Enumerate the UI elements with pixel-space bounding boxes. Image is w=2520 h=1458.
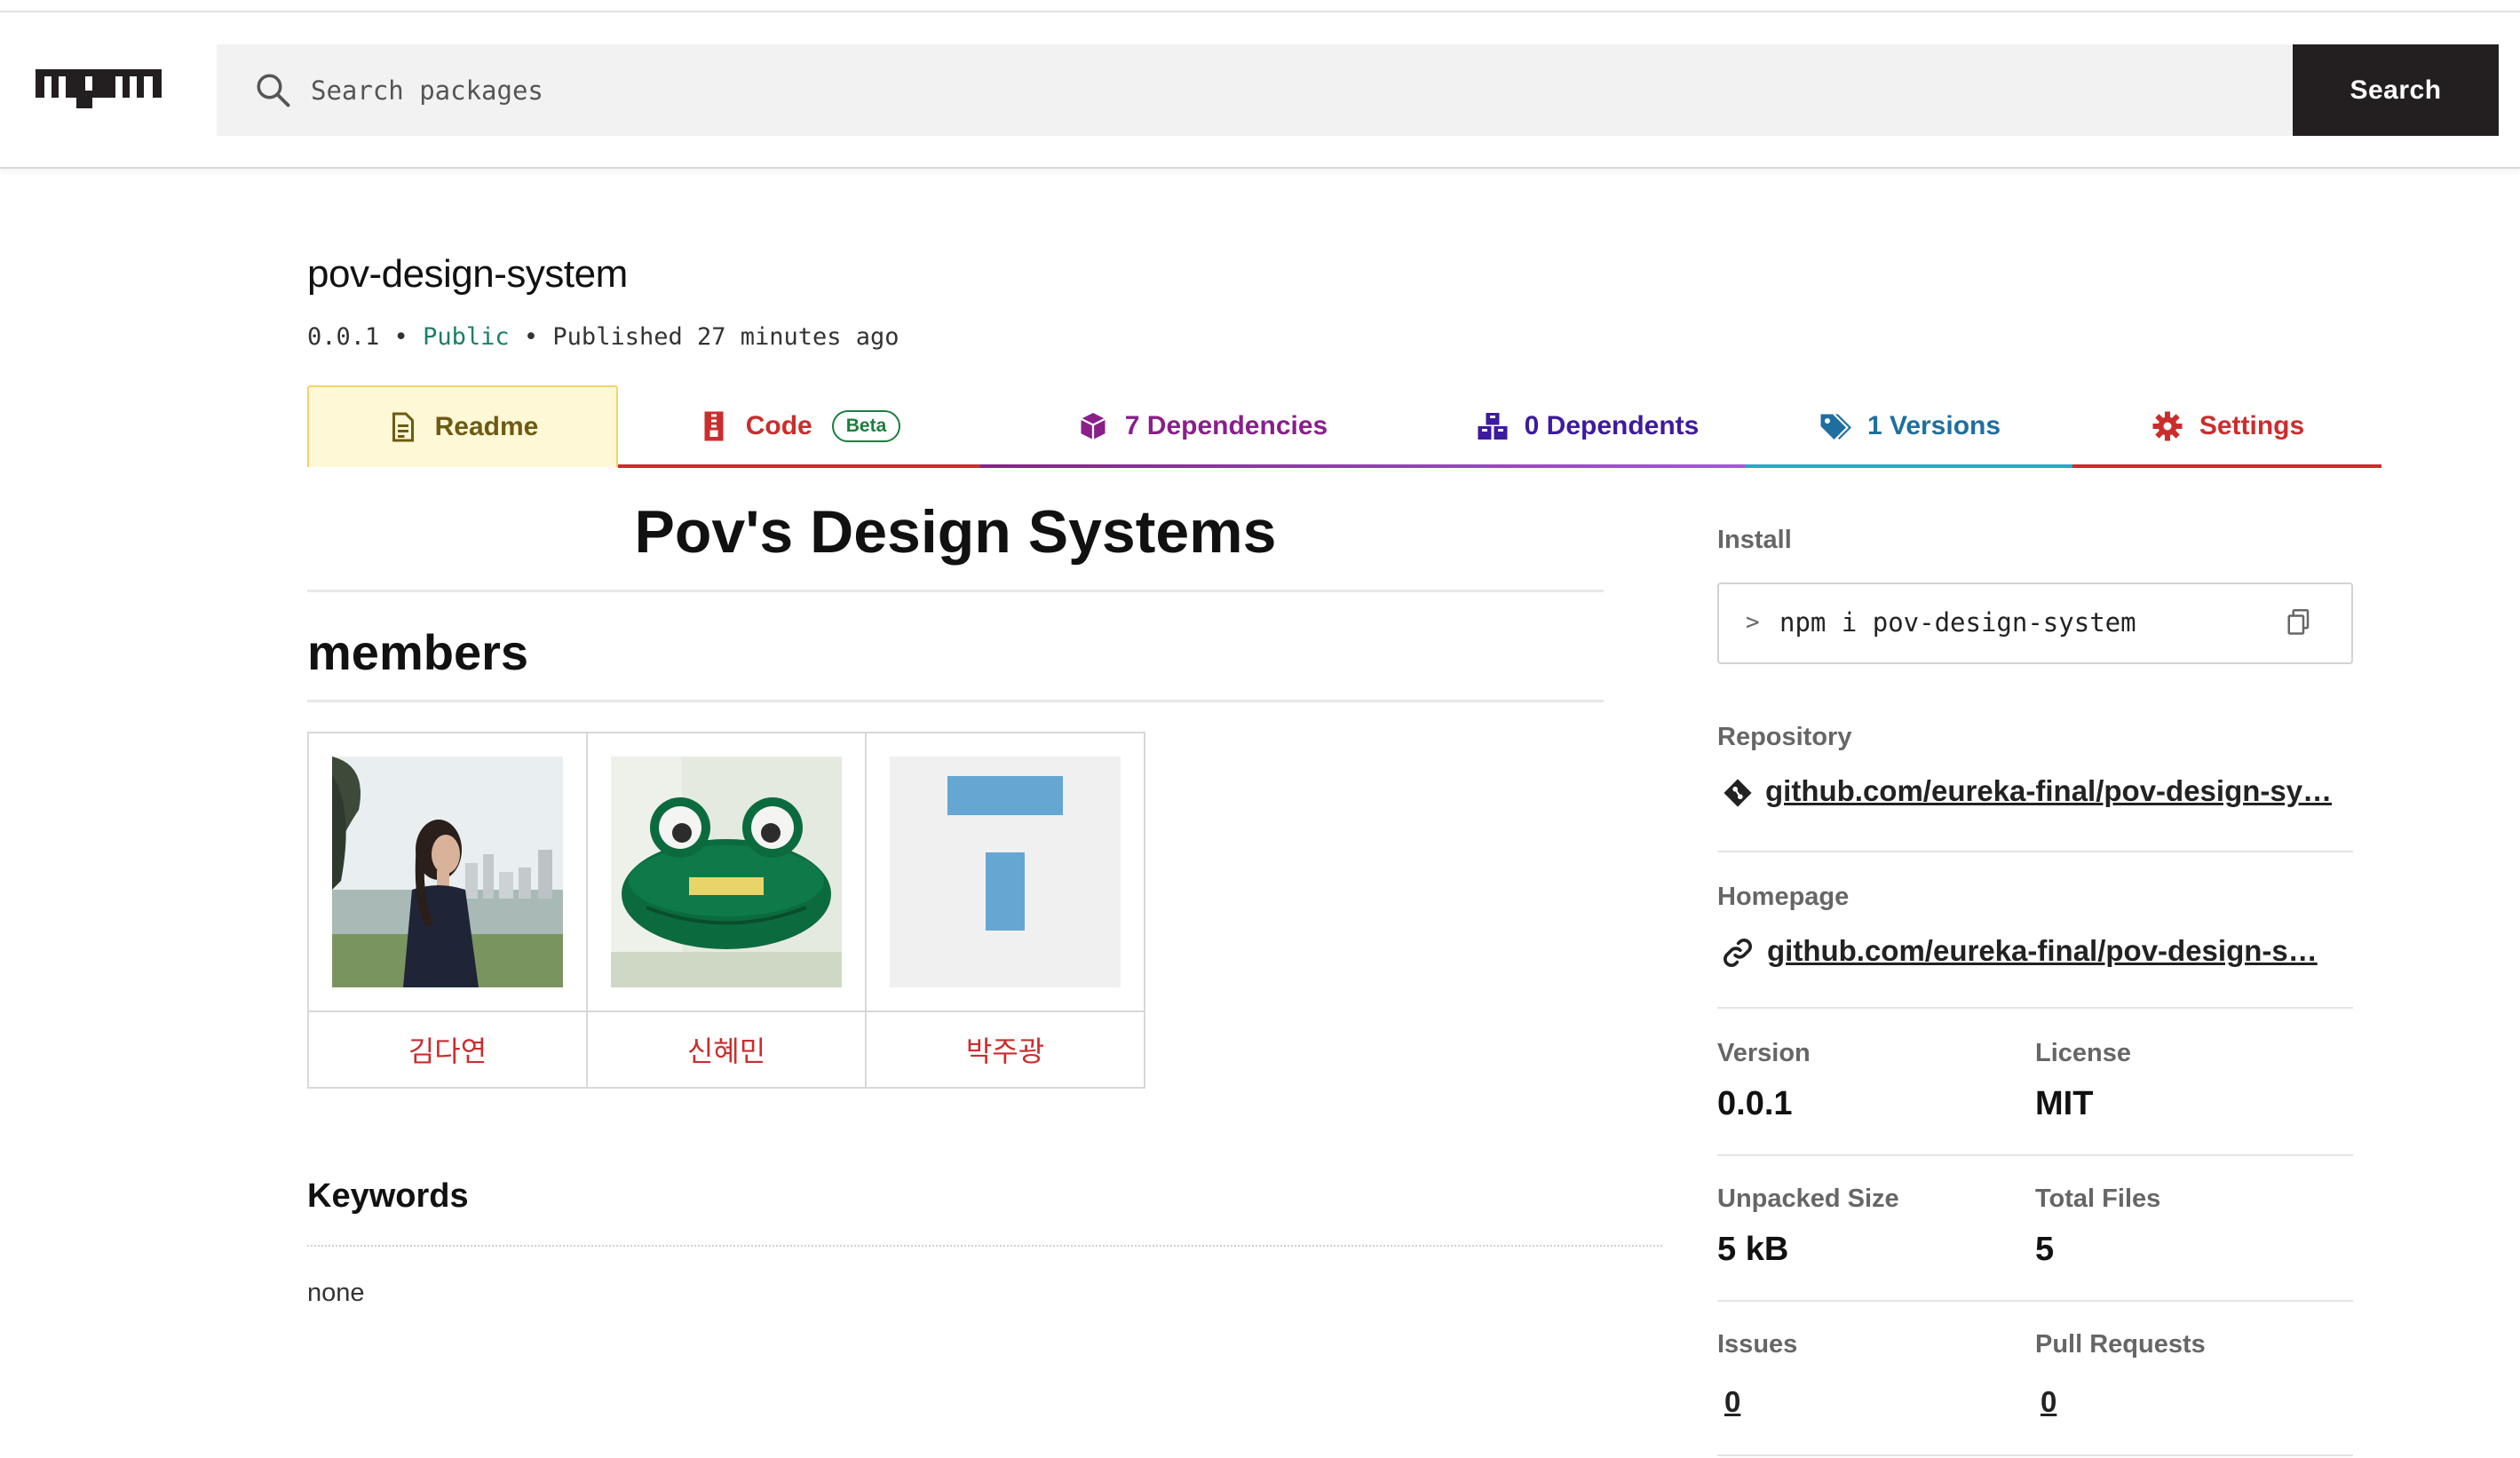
copy-icon[interactable] <box>2287 609 2310 636</box>
tab-label: Code <box>745 411 812 440</box>
package-meta: 0.0.1 • Public • Published 27 minutes ag… <box>307 323 899 351</box>
homepage-label: Homepage <box>1717 883 1850 911</box>
tab-label: Settings <box>2199 411 2305 440</box>
keywords-value: none <box>307 1279 365 1307</box>
version-value: 0.0.1 <box>1717 1085 1793 1122</box>
member-name: 김다연 <box>307 1010 588 1089</box>
package-title: pov-design-system <box>307 252 628 296</box>
git-icon <box>1724 779 1752 807</box>
boxes-icon <box>1478 413 1508 440</box>
meta-separator: • <box>523 323 539 351</box>
portrait-photo <box>332 757 563 987</box>
search-icon <box>257 74 290 107</box>
prompt-caret: > <box>1746 609 1760 636</box>
tab-label: 1 Versions <box>1866 411 2001 440</box>
gear-icon <box>2152 411 2183 441</box>
tab-label: 0 Dependents <box>1524 411 1700 440</box>
divider <box>307 1245 1662 1247</box>
pull-requests-label: Pull Requests <box>2035 1330 2206 1359</box>
members-table: 김다연 신혜민 박주광 <box>307 732 1145 1089</box>
tab-label: Readme <box>434 412 539 441</box>
unpacked-size-label: Unpacked Size <box>1717 1185 1899 1213</box>
member-name: 신혜민 <box>586 1010 867 1089</box>
tab-label: 7 Dependencies <box>1124 411 1328 440</box>
install-label: Install <box>1717 526 1792 554</box>
search-input[interactable] <box>311 66 2282 115</box>
repository-label: Repository <box>1717 723 1852 751</box>
license-value: MIT <box>2035 1085 2094 1122</box>
tab-underline-versions <box>1746 464 2072 468</box>
beta-badge: Beta <box>831 410 901 442</box>
version-label: Version <box>1717 1039 1811 1067</box>
npm-logo[interactable] <box>36 64 162 114</box>
search-button[interactable]: Search <box>2293 44 2499 136</box>
box-icon <box>1080 413 1105 440</box>
frog-photo <box>611 757 842 987</box>
tab-dependencies[interactable]: 7 Dependencies <box>980 385 1424 467</box>
visibility-label: Public <box>423 323 510 351</box>
package-version: 0.0.1 <box>307 323 380 351</box>
published-time: Published 27 minutes ago <box>552 323 899 351</box>
homepage-link[interactable]: github.com/eureka-final/pov-design-s… <box>1767 934 2318 968</box>
total-files-label: Total Files <box>2035 1185 2161 1213</box>
link-icon <box>1724 939 1752 967</box>
tab-underline-dependencies <box>980 464 1746 468</box>
divider <box>1717 1300 2353 1302</box>
document-icon <box>392 412 414 442</box>
license-label: License <box>2035 1039 2131 1067</box>
tab-settings[interactable]: Settings <box>2072 385 2383 467</box>
file-zip-icon <box>704 411 724 441</box>
placeholder-image <box>890 757 1121 987</box>
divider <box>1717 1007 2353 1009</box>
member-name: 박주광 <box>865 1010 1145 1089</box>
divider <box>1717 851 2353 852</box>
tab-underline-code <box>618 464 980 468</box>
divider <box>307 590 1604 592</box>
tab-readme[interactable]: Readme <box>307 385 618 467</box>
tab-dependents[interactable]: 0 Dependents <box>1428 385 1747 467</box>
repository-link[interactable]: github.com/eureka-final/pov-design-sy… <box>1765 774 2332 808</box>
members-heading: members <box>307 624 529 680</box>
tags-icon <box>1820 414 1851 440</box>
member-photo-cell <box>307 732 588 1012</box>
issues-link[interactable]: 0 <box>1724 1385 1740 1419</box>
total-files-value: 5 <box>2035 1231 2055 1268</box>
member-photo-cell <box>865 732 1145 1012</box>
unpacked-size-value: 5 kB <box>1717 1231 1789 1268</box>
divider <box>1717 1454 2353 1456</box>
install-command[interactable]: npm i pov-design-system <box>1779 607 2136 638</box>
tab-versions[interactable]: 1 Versions <box>1747 385 2072 467</box>
member-photo-cell <box>586 732 867 1012</box>
pull-requests-link[interactable]: 0 <box>2041 1385 2056 1419</box>
readme-title: Pov's Design Systems <box>634 498 1277 566</box>
tab-underline-settings <box>2072 464 2381 468</box>
keywords-heading: Keywords <box>307 1177 469 1215</box>
divider <box>1717 1154 2353 1156</box>
issues-label: Issues <box>1717 1330 1798 1359</box>
meta-separator: • <box>393 323 408 351</box>
tab-code[interactable]: Code Beta <box>622 385 977 467</box>
divider <box>307 700 1604 702</box>
